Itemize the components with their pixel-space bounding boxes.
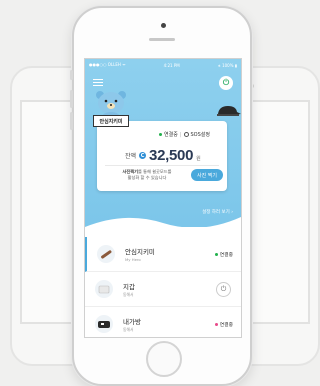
device-subtitle: 동해서 (123, 326, 134, 332)
device-title: 지갑 (123, 282, 135, 291)
device-status: 연결중 (214, 321, 233, 328)
sos-setting-link[interactable]: SOS설정 (191, 131, 210, 138)
app-screen: ●●●○○ OLLEH ᯤ 4:21 PM ∗ 100% ▮ ⏻ 연결중 | S… (84, 58, 242, 338)
front-camera (161, 23, 166, 28)
sos-icon (183, 132, 189, 137)
phone-frame: ●●●○○ OLLEH ᯤ 4:21 PM ∗ 100% ▮ ⏻ 연결중 | S… (70, 6, 252, 386)
clock-label: 4:21 PM (163, 62, 180, 68)
description-line2: 활성화 할 수 있습니다 (127, 174, 167, 180)
description-line1: 를 통해 쉴곳모드를 (137, 169, 172, 174)
description-bold: 사진찍기 (122, 169, 138, 174)
mute-switch (70, 70, 73, 80)
hamburger-menu-icon[interactable] (93, 79, 103, 87)
device-status: 연결중 (214, 251, 233, 258)
status-label: 연결중 (219, 322, 233, 328)
power-button[interactable]: ⏻ (219, 76, 233, 90)
earpiece-speaker (149, 38, 175, 41)
carrier-label: ●●●○○ OLLEH ᯤ (89, 62, 126, 67)
connection-label: 연결중 (164, 132, 178, 138)
device-subtitle: My Hero (125, 257, 141, 262)
connection-status: 연결중 | SOS설정 (159, 131, 210, 138)
cap-illustration (217, 106, 241, 116)
battery-label: ∗ 100% ▮ (217, 62, 237, 68)
device-title: 내가방 (123, 317, 141, 326)
coin-icon: C (139, 152, 147, 159)
volume-down-button (70, 112, 73, 130)
list-item[interactable]: 내가방 동해서 연결중 (85, 307, 241, 337)
power-icon[interactable]: ⏻ (216, 281, 231, 297)
status-dot-icon (214, 322, 218, 326)
status-bar: ●●●○○ OLLEH ᯤ 4:21 PM ∗ 100% ▮ (89, 61, 237, 69)
volume-up-button (70, 90, 73, 108)
list-item[interactable]: 안심지키미 My Hero 연결중 (85, 237, 241, 272)
separator: | (179, 131, 182, 138)
status-label: 연결중 (219, 252, 233, 258)
balance-row: 잔액 C 32,500 원 (125, 147, 201, 164)
device-title: 안심지키미 (125, 248, 155, 256)
connected-dot-icon (214, 252, 218, 256)
take-photo-button[interactable]: 사진 찍기 (191, 169, 223, 181)
power-icon: ⏻ (222, 78, 230, 87)
wallet-device-thumbnail (95, 280, 113, 298)
pen-device-thumbnail (97, 245, 115, 263)
balance-value: 32,500 (149, 147, 194, 164)
bag-device-thumbnail (95, 315, 113, 333)
balance-label: 잔액 (125, 153, 137, 160)
device-list: 안심지키미 My Hero 연결중 지갑 동해서 ⏻ 내가방 동해서 연결중 (85, 237, 241, 337)
home-button[interactable] (146, 341, 182, 377)
connected-dot-icon (159, 133, 162, 136)
balance-card: 연결중 | SOS설정 잔액 C 32,500 원 사진찍기를 통해 쉴곳모드를… (97, 121, 227, 191)
currency-unit: 원 (196, 156, 201, 162)
photo-description: 사진찍기를 통해 쉴곳모드를 활성화 할 수 있습니다 (107, 169, 187, 180)
divider (105, 165, 219, 166)
list-item[interactable]: 지갑 동해서 ⏻ (85, 272, 241, 307)
device-name-tag: 안심지키미 (93, 115, 129, 127)
more-settings-link[interactable]: 설정 하러 보기 › (202, 209, 233, 215)
device-subtitle: 동해서 (123, 291, 134, 297)
